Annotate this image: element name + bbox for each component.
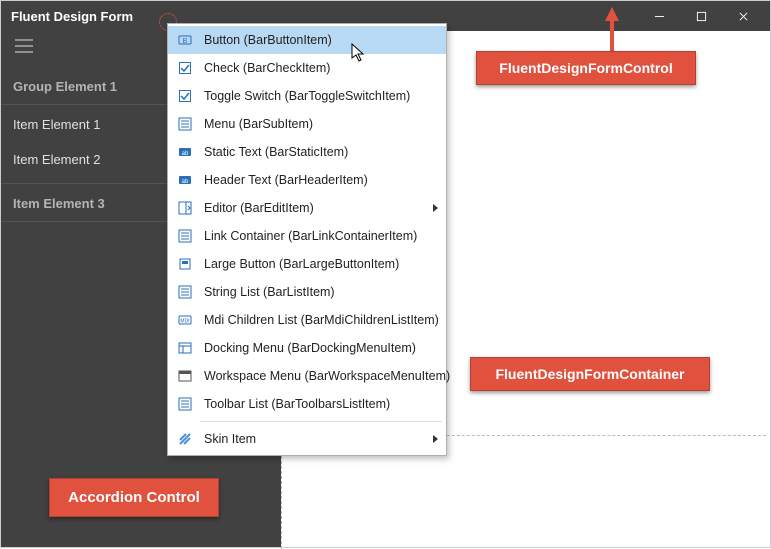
context-menu: B Button (BarButtonItem) Check (BarCheck… [167, 23, 447, 456]
submenu-arrow-icon [433, 204, 438, 212]
menu-item-link-container[interactable]: Link Container (BarLinkContainerItem) [168, 222, 446, 250]
menu-item-menu[interactable]: Menu (BarSubItem) [168, 110, 446, 138]
menu-item-skin[interactable]: Skin Item [168, 425, 446, 453]
menu-label: Menu (BarSubItem) [204, 117, 438, 131]
menu-label: Toolbar List (BarToolbarsListItem) [204, 397, 438, 411]
svg-text:ab: ab [182, 151, 189, 157]
menu-label: Button (BarButtonItem) [204, 33, 438, 47]
menu-label: Toggle Switch (BarToggleSwitchItem) [204, 89, 438, 103]
editor-icon [174, 199, 196, 217]
submenu-arrow-icon [433, 435, 438, 443]
menu-label: Docking Menu (BarDockingMenuItem) [204, 341, 438, 355]
menu-label: String List (BarListItem) [204, 285, 438, 299]
maximize-button[interactable] [680, 1, 722, 31]
menu-item-workspace-menu[interactable]: Workspace Menu (BarWorkspaceMenuItem) [168, 362, 446, 390]
menu-label: Link Container (BarLinkContainerItem) [204, 229, 438, 243]
hamburger-icon[interactable] [15, 39, 33, 56]
menu-label: Editor (BarEditItem) [204, 201, 427, 215]
menu-item-toolbar-list[interactable]: Toolbar List (BarToolbarsListItem) [168, 390, 446, 418]
menu-label: Header Text (BarHeaderItem) [204, 173, 438, 187]
menu-item-string-list[interactable]: String List (BarListItem) [168, 278, 446, 306]
menu-label: Static Text (BarStaticItem) [204, 145, 438, 159]
static-text-icon: ab [174, 143, 196, 161]
menu-label: Skin Item [204, 432, 427, 446]
menu-item-check[interactable]: Check (BarCheckItem) [168, 54, 446, 82]
menu-item-static-text[interactable]: ab Static Text (BarStaticItem) [168, 138, 446, 166]
menu-item-toggle[interactable]: Toggle Switch (BarToggleSwitchItem) [168, 82, 446, 110]
window-title: Fluent Design Form [11, 9, 133, 24]
checkbox-icon [174, 59, 196, 77]
svg-text:ab: ab [182, 179, 189, 185]
callout-form-container: FluentDesignFormContainer [470, 357, 710, 391]
menu-item-button[interactable]: B Button (BarButtonItem) [168, 26, 446, 54]
menu-label: Mdi Children List (BarMdiChildrenListIte… [204, 313, 439, 327]
menu-separator [200, 421, 442, 422]
menu-item-large-button[interactable]: Large Button (BarLargeButtonItem) [168, 250, 446, 278]
docking-icon [174, 339, 196, 357]
svg-text:B: B [183, 38, 188, 45]
menu-item-editor[interactable]: Editor (BarEditItem) [168, 194, 446, 222]
mdi-icon: MDI [174, 311, 196, 329]
callout-form-control: FluentDesignFormControl [476, 51, 696, 85]
toggle-icon [174, 87, 196, 105]
large-button-icon [174, 255, 196, 273]
menu-label: Workspace Menu (BarWorkspaceMenuItem) [204, 369, 450, 383]
close-button[interactable] [722, 1, 764, 31]
skin-icon [174, 430, 196, 448]
menu-label: Large Button (BarLargeButtonItem) [204, 257, 438, 271]
svg-text:MDI: MDI [180, 319, 189, 325]
menu-item-header-text[interactable]: ab Header Text (BarHeaderItem) [168, 166, 446, 194]
toolbar-list-icon [174, 395, 196, 413]
menu-item-docking-menu[interactable]: Docking Menu (BarDockingMenuItem) [168, 334, 446, 362]
menu-label: Check (BarCheckItem) [204, 61, 438, 75]
callout-accordion: Accordion Control [49, 478, 219, 517]
menu-item-mdi-list[interactable]: MDI Mdi Children List (BarMdiChildrenLis… [168, 306, 446, 334]
header-text-icon: ab [174, 171, 196, 189]
menu-icon [174, 115, 196, 133]
link-container-icon [174, 227, 196, 245]
button-icon: B [174, 31, 196, 49]
string-list-icon [174, 283, 196, 301]
workspace-icon [174, 367, 196, 385]
minimize-button[interactable] [638, 1, 680, 31]
